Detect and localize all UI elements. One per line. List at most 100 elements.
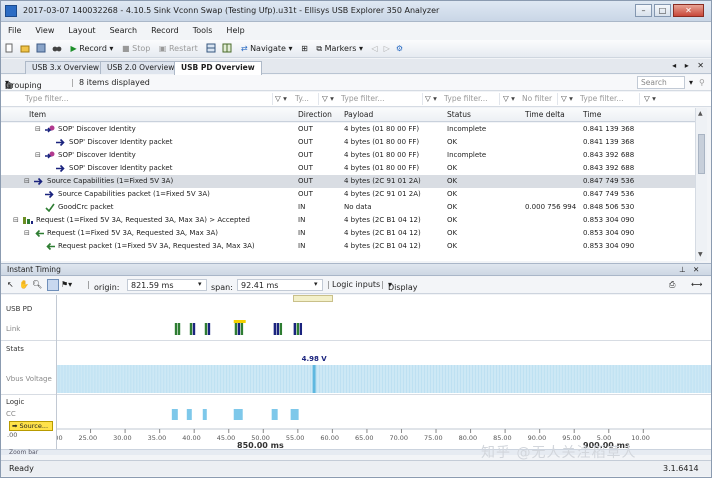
span-dropdown-icon[interactable]: ▾: [314, 280, 318, 288]
expand-toggle-icon[interactable]: ⊟: [35, 123, 41, 136]
menu-record[interactable]: Record: [144, 23, 186, 35]
marker-prev-icon[interactable]: ◁: [369, 43, 381, 55]
bookmark-icon[interactable]: ⊞: [298, 43, 311, 55]
status-filter-icon[interactable]: ▽ ▾: [503, 94, 515, 103]
ruler-icon[interactable]: [47, 279, 59, 291]
export-icon[interactable]: ⎙: [669, 280, 675, 290]
pin-icon[interactable]: ⊥: [679, 265, 686, 274]
search-dropdown-icon[interactable]: ▾: [689, 78, 693, 87]
new-file-icon[interactable]: [1, 43, 17, 55]
table-scrollbar[interactable]: ▲ ▼: [695, 108, 707, 261]
table-row[interactable]: GoodCrc packet IN No data OK 0.000 756 994 0.…: [1, 201, 695, 214]
table-row[interactable]: ⊟ Request (1=Fixed 5V 3A, Requested 3A, M…: [1, 214, 695, 227]
status-filter-input[interactable]: Type filter...: [442, 93, 500, 105]
column-status[interactable]: Status: [447, 110, 471, 119]
table-row[interactable]: SOP' Discover Identity packet OUT 4 bytes …: [1, 162, 695, 175]
span-field[interactable]: 92.41 ms ▾: [237, 279, 323, 291]
delta-filter-input[interactable]: No filter: [520, 93, 558, 105]
item-filter-icon[interactable]: ▽ ▾: [275, 94, 287, 103]
navigate-button[interactable]: ⇄ Navigate ▾: [238, 43, 296, 55]
layout-icon[interactable]: [203, 43, 219, 55]
table-row[interactable]: Source Capabilities packet (1=Fixed 5V 3…: [1, 188, 695, 201]
marker-tool-icon[interactable]: ⚑▾: [61, 280, 72, 289]
menu-view[interactable]: View: [28, 23, 61, 35]
stop-icon: ■: [122, 44, 130, 53]
axis-tick-label: 65.00: [355, 434, 374, 442]
origin-dropdown-icon[interactable]: ▾: [198, 280, 202, 288]
close-panel-icon[interactable]: ✕: [693, 265, 699, 274]
search-options-icon[interactable]: ⚲: [699, 78, 705, 87]
settings-icon[interactable]: ⚙: [393, 43, 406, 55]
timing-view[interactable]: USB PD Link Stats Vbus Voltage Logic CC …: [1, 295, 711, 456]
tab-usb2-overview[interactable]: USB 2.0 Overview: [100, 61, 182, 74]
source-tag[interactable]: ➡ Source...: [9, 421, 53, 431]
item-filter-input[interactable]: Type filter...: [23, 93, 273, 105]
time-filter-icon[interactable]: ▽ ▾: [644, 94, 656, 103]
row-payload: 4 bytes (2C 91 01 2A): [344, 177, 421, 185]
maximize-button[interactable]: □: [654, 4, 671, 17]
scroll-up-icon[interactable]: ▲: [698, 110, 703, 117]
close-button[interactable]: ✕: [673, 4, 704, 17]
search-input[interactable]: Search: [637, 76, 685, 89]
open-folder-icon[interactable]: [17, 43, 33, 55]
record-button[interactable]: ▶ Record ▾: [68, 43, 117, 55]
table-row[interactable]: ⊟ SOP' Discover Identity OUT 4 bytes (01 80…: [1, 149, 695, 162]
table-row[interactable]: ⊟ SOP' Discover Identity OUT 4 bytes (01 80…: [1, 123, 695, 136]
display-label: Display: [388, 283, 418, 292]
items-count: 8 items displayed: [79, 78, 150, 87]
table-row[interactable]: ⊟ Source Capabilities (1=Fixed 5V 3A) OUT 4…: [1, 175, 695, 188]
cc-activity-mark: [202, 409, 207, 420]
marker-next-icon[interactable]: ▷: [381, 43, 393, 55]
direction-filter-icon[interactable]: ▽ ▾: [322, 94, 334, 103]
tab-navigation[interactable]: ◂ ▸ ✕: [672, 61, 707, 70]
scroll-down-icon[interactable]: ▼: [698, 251, 703, 258]
menu-layout[interactable]: Layout: [61, 23, 102, 35]
hand-icon[interactable]: ✋: [19, 280, 29, 289]
link-packet-mark: [237, 323, 241, 335]
tab-usb3-overview[interactable]: USB 3.x Overview: [25, 61, 107, 74]
grid-icon[interactable]: [219, 43, 235, 55]
column-payload[interactable]: Payload: [344, 110, 373, 119]
binoculars-icon[interactable]: [49, 43, 65, 55]
payload-filter-icon[interactable]: ▽ ▾: [425, 94, 437, 103]
column-item[interactable]: Item: [29, 110, 46, 119]
time-filter-input[interactable]: Type filter...: [578, 93, 640, 105]
column-time-delta[interactable]: Time delta: [525, 110, 565, 119]
markers-label: Markers: [324, 44, 357, 53]
stop-button[interactable]: ■ Stop: [119, 43, 153, 55]
expand-toggle-icon[interactable]: ⊟: [13, 214, 19, 227]
delta-filter-icon[interactable]: ▽ ▾: [561, 94, 573, 103]
minimize-button[interactable]: –: [635, 4, 652, 17]
expand-toggle-icon[interactable]: ⊟: [24, 227, 30, 240]
display-button[interactable]: Display ▾: [388, 280, 418, 292]
timing-plot[interactable]: 4.98 V 20.0025.0030.0035.0040.0045.0050.…: [56, 295, 711, 455]
menu-search[interactable]: Search: [103, 23, 144, 35]
menu-help[interactable]: Help: [219, 23, 251, 35]
expand-toggle-icon[interactable]: ⊟: [24, 175, 30, 188]
logic-inputs-button[interactable]: Logic inputs: [332, 280, 380, 289]
payload-filter-input[interactable]: Type filter...: [339, 93, 423, 105]
column-time[interactable]: Time: [583, 110, 601, 119]
table-row[interactable]: Request packet (1=Fixed 5V 3A, Requested…: [1, 240, 695, 253]
table-row[interactable]: SOP' Discover Identity packet OUT 4 bytes …: [1, 136, 695, 149]
axis-tick-label: 30.00: [113, 434, 132, 442]
restart-button[interactable]: ▣ Restart: [156, 43, 201, 55]
markers-button[interactable]: ⧉ Markers ▾: [313, 43, 366, 55]
origin-field[interactable]: 821.59 ms ▾: [127, 279, 207, 291]
pointer-icon[interactable]: ↖: [7, 280, 14, 289]
scroll-thumb[interactable]: [698, 134, 705, 174]
grouping-button[interactable]: ▦ Grouping ▾: [5, 78, 42, 90]
menu-tools[interactable]: Tools: [186, 23, 220, 35]
navigate-label: Navigate: [250, 44, 286, 53]
vbus-readout: 4.98 V: [302, 355, 328, 363]
column-direction[interactable]: Direction: [298, 110, 332, 119]
menu-file[interactable]: File: [1, 23, 28, 35]
expand-toggle-icon[interactable]: ⊟: [35, 149, 41, 162]
zoom-icon[interactable]: 🔍︎: [32, 280, 42, 289]
table-row[interactable]: ⊟ Request (1=Fixed 5V 3A, Requested 3A, M…: [1, 227, 695, 240]
fit-icon[interactable]: ⟷: [691, 280, 702, 289]
direction-filter-input[interactable]: Ty...: [293, 93, 319, 105]
row-payload: 4 bytes (2C B1 04 12): [344, 242, 421, 250]
tab-usbpd-overview[interactable]: USB PD Overview: [174, 61, 262, 75]
save-icon[interactable]: [33, 43, 49, 55]
